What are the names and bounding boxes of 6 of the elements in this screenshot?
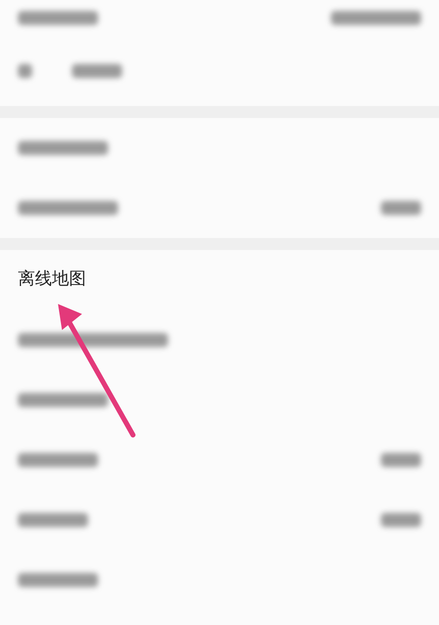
blurred-value [381,513,421,527]
menu-item-label[interactable]: 离线地图 [18,267,86,293]
blurred-value [381,453,421,467]
blurred-label [18,513,88,527]
page-title [72,64,122,78]
blurred-value [381,201,421,215]
